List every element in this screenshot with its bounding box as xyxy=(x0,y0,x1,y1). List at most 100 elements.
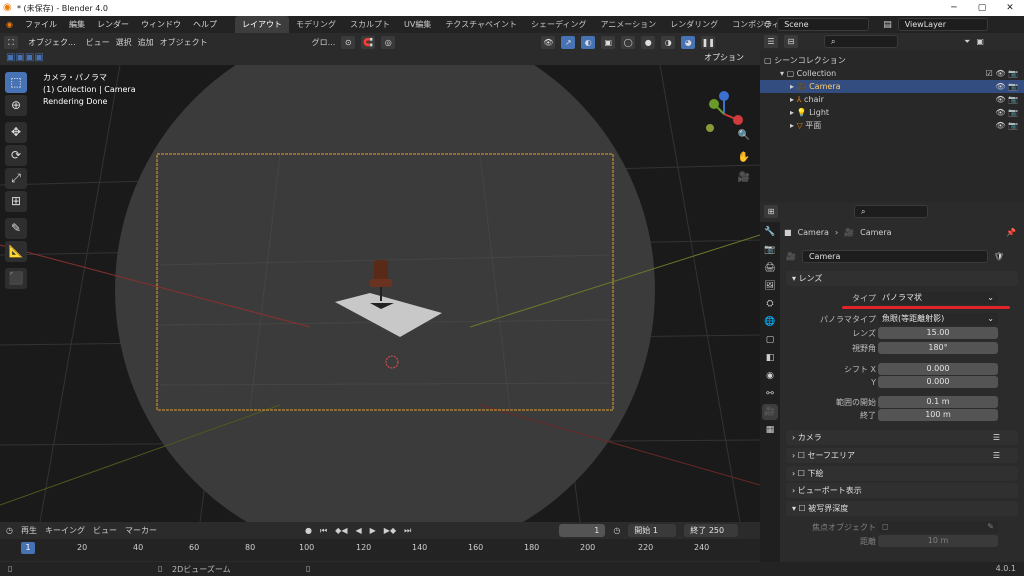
expand-arrow-icon[interactable]: ▸ xyxy=(790,108,794,117)
outliner-item-plane[interactable]: ▸ ▽ 平面 👁 📷 xyxy=(760,119,1024,132)
outliner-item-camera[interactable]: ▸ 🎥 Camera 👁 📷 xyxy=(760,80,1024,93)
timeline-ruler[interactable]: 1 20 40 60 80 100 120 140 160 180 200 22… xyxy=(0,539,760,561)
background-images-panel-header[interactable]: › ☐ 下絵 xyxy=(786,466,1018,481)
menu-help[interactable]: ヘルプ xyxy=(187,19,223,30)
scale-tool-icon[interactable]: ⤢ xyxy=(5,168,27,189)
options-menu[interactable]: オプション xyxy=(698,51,750,64)
render-tab-icon[interactable]: 📷 xyxy=(762,242,778,258)
pin-icon[interactable]: 📌 xyxy=(1006,228,1016,237)
tab-sculpt[interactable]: スカルプト xyxy=(343,16,397,33)
lens-field[interactable]: 15.00 xyxy=(878,327,998,339)
shift-x-field[interactable]: 0.000 xyxy=(878,363,998,375)
timeline-view-menu[interactable]: ビュー xyxy=(93,525,117,536)
select-mode-icon[interactable]: ▣▣▣▣ xyxy=(6,52,44,63)
proportional-icon[interactable]: ◎ xyxy=(381,35,396,49)
snap-icon[interactable]: 🧲 xyxy=(361,35,376,49)
shading-wire-icon[interactable]: ◯ xyxy=(621,35,636,49)
select-box-icon[interactable]: ⬚ xyxy=(5,72,27,93)
lens-panel-header[interactable]: ▾ レンズ xyxy=(786,271,1018,286)
tab-texture-paint[interactable]: テクスチャペイント xyxy=(438,16,524,33)
properties-search[interactable]: ⌕ xyxy=(854,204,928,218)
maximize-button[interactable]: ▢ xyxy=(968,0,996,16)
tab-uv[interactable]: UV編集 xyxy=(397,16,438,33)
scene-collection-row[interactable]: ▢ シーンコレクション xyxy=(760,54,1024,67)
tab-animation[interactable]: アニメーション xyxy=(593,16,663,33)
visibility-eye-icon[interactable]: 👁 📷 xyxy=(995,119,1018,132)
shading-rendered-icon[interactable]: ◕ xyxy=(681,35,696,49)
close-button[interactable]: ✕ xyxy=(996,0,1024,16)
current-frame-field[interactable]: 1 xyxy=(559,524,606,537)
new-collection-icon[interactable]: ▣ xyxy=(976,37,984,46)
keying-menu[interactable]: キーイング xyxy=(45,525,85,536)
collection-row[interactable]: ▾ ▢ Collection ☑ 👁 📷 xyxy=(760,67,1024,80)
menu-view[interactable]: ビュー xyxy=(86,37,110,48)
zoom-icon[interactable]: 🔍 xyxy=(735,127,753,145)
focus-object-field[interactable]: ◻ ✎ xyxy=(878,521,998,533)
constraints-tab-icon[interactable]: ⚯ xyxy=(762,386,778,402)
pause-icon[interactable]: ❚❚ xyxy=(701,35,716,49)
jump-start-icon[interactable]: ⏮ xyxy=(320,526,327,536)
texture-tab-icon[interactable]: ▦ xyxy=(762,422,778,438)
tab-shading[interactable]: シェーディング xyxy=(524,16,593,33)
physics-tab-icon[interactable]: ◉ xyxy=(762,368,778,384)
3d-viewport[interactable]: 🔍 ✋ 🎥 xyxy=(0,65,760,522)
visibility-eye-icon[interactable]: 👁 📷 xyxy=(995,106,1018,119)
visibility-icon[interactable]: 👁 xyxy=(541,35,556,49)
tab-rendering[interactable]: レンダリング xyxy=(663,16,725,33)
xray-icon[interactable]: ▣ xyxy=(601,35,616,49)
rotate-tool-icon[interactable]: ⟳ xyxy=(5,145,27,166)
start-frame-field[interactable]: 開始 1 xyxy=(628,524,677,537)
visibility-eye-icon[interactable]: ☑ 👁 📷 xyxy=(986,67,1018,80)
outliner-search[interactable]: ⌕ xyxy=(824,35,898,48)
playback-menu[interactable]: 再生 xyxy=(21,525,37,536)
scene-tab-icon[interactable]: ⛭ xyxy=(762,296,778,312)
panorama-type-dropdown[interactable]: 魚眼(等距離射影) ⌄ xyxy=(878,313,998,325)
world-tab-icon[interactable]: 🌐 xyxy=(762,314,778,330)
outliner-item-light[interactable]: ▸ 💡 Light 👁 📷 xyxy=(760,106,1024,119)
tab-modeling[interactable]: モデリング xyxy=(289,16,343,33)
eyedropper-icon[interactable]: ✎ xyxy=(987,521,994,533)
minimize-button[interactable]: ─ xyxy=(940,0,968,16)
tool-tab-icon[interactable]: 🔧 xyxy=(762,224,778,240)
menu-add[interactable]: 追加 xyxy=(138,37,154,48)
visibility-eye-icon[interactable]: 👁 📷 xyxy=(995,93,1018,106)
jump-end-icon[interactable]: ⏭ xyxy=(404,526,411,536)
type-dropdown[interactable]: パノラマ状 ⌄ xyxy=(878,292,998,304)
current-frame-marker[interactable]: 1 xyxy=(21,542,35,554)
menu-edit[interactable]: 編集 xyxy=(63,19,91,30)
viewport-display-panel-header[interactable]: › ビューポート表示 xyxy=(786,483,1018,498)
shading-material-icon[interactable]: ◑ xyxy=(661,35,676,49)
measure-tool-icon[interactable]: 📐 xyxy=(5,241,27,262)
editor-type-icon[interactable]: ⛶ xyxy=(4,35,18,49)
collection-tab-icon[interactable]: ▢ xyxy=(762,332,778,348)
filter-icon[interactable]: ⏷ xyxy=(964,37,970,47)
preview-range-icon[interactable]: ◷ xyxy=(613,526,620,535)
camera-view-icon[interactable]: 🎥 xyxy=(735,169,753,187)
pan-hand-icon[interactable]: ✋ xyxy=(735,149,753,167)
prev-key-icon[interactable]: ◆◀ xyxy=(335,526,347,535)
list-icon[interactable]: ☰ xyxy=(993,448,1000,463)
data-name-field[interactable]: Camera xyxy=(801,250,988,263)
view-layer-selector[interactable]: ViewLayer xyxy=(897,18,988,31)
expand-arrow-icon[interactable]: ▸ xyxy=(790,121,794,130)
tab-layout[interactable]: レイアウト xyxy=(234,16,289,33)
dof-panel-header[interactable]: ▾ ☐ 被写界深度 xyxy=(786,501,1018,516)
shading-solid-icon[interactable]: ● xyxy=(641,35,656,49)
gizmo-toggle-icon[interactable]: ↗ xyxy=(561,35,576,49)
properties-editor-icon[interactable]: ⊞ xyxy=(764,204,778,218)
visibility-eye-icon[interactable]: 👁 📷 xyxy=(995,80,1018,93)
fov-field[interactable]: 180° xyxy=(878,342,998,354)
camera-data-icon[interactable]: 🎥 xyxy=(786,252,796,261)
outliner-item-chair[interactable]: ▸ ⅄ chair 👁 📷 xyxy=(760,93,1024,106)
menu-object[interactable]: オブジェクト xyxy=(160,37,208,48)
record-icon[interactable]: ● xyxy=(305,526,312,535)
safe-area-panel-header[interactable]: › ☐ セーフエリア ☰ xyxy=(786,448,1018,463)
fake-user-shield-icon[interactable]: 🛡 xyxy=(994,252,1004,261)
overlay-toggle-icon[interactable]: ◐ xyxy=(581,35,596,49)
output-tab-icon[interactable]: 🖨 xyxy=(762,260,778,276)
transform-tool-icon[interactable]: ⊞ xyxy=(5,191,27,212)
transform-orientation[interactable]: グロ... xyxy=(312,37,336,48)
play-reverse-icon[interactable]: ◀ xyxy=(355,526,361,535)
outliner-editor-icon[interactable]: ☰ xyxy=(764,35,778,48)
expand-arrow-icon[interactable]: ▾ xyxy=(780,69,784,78)
